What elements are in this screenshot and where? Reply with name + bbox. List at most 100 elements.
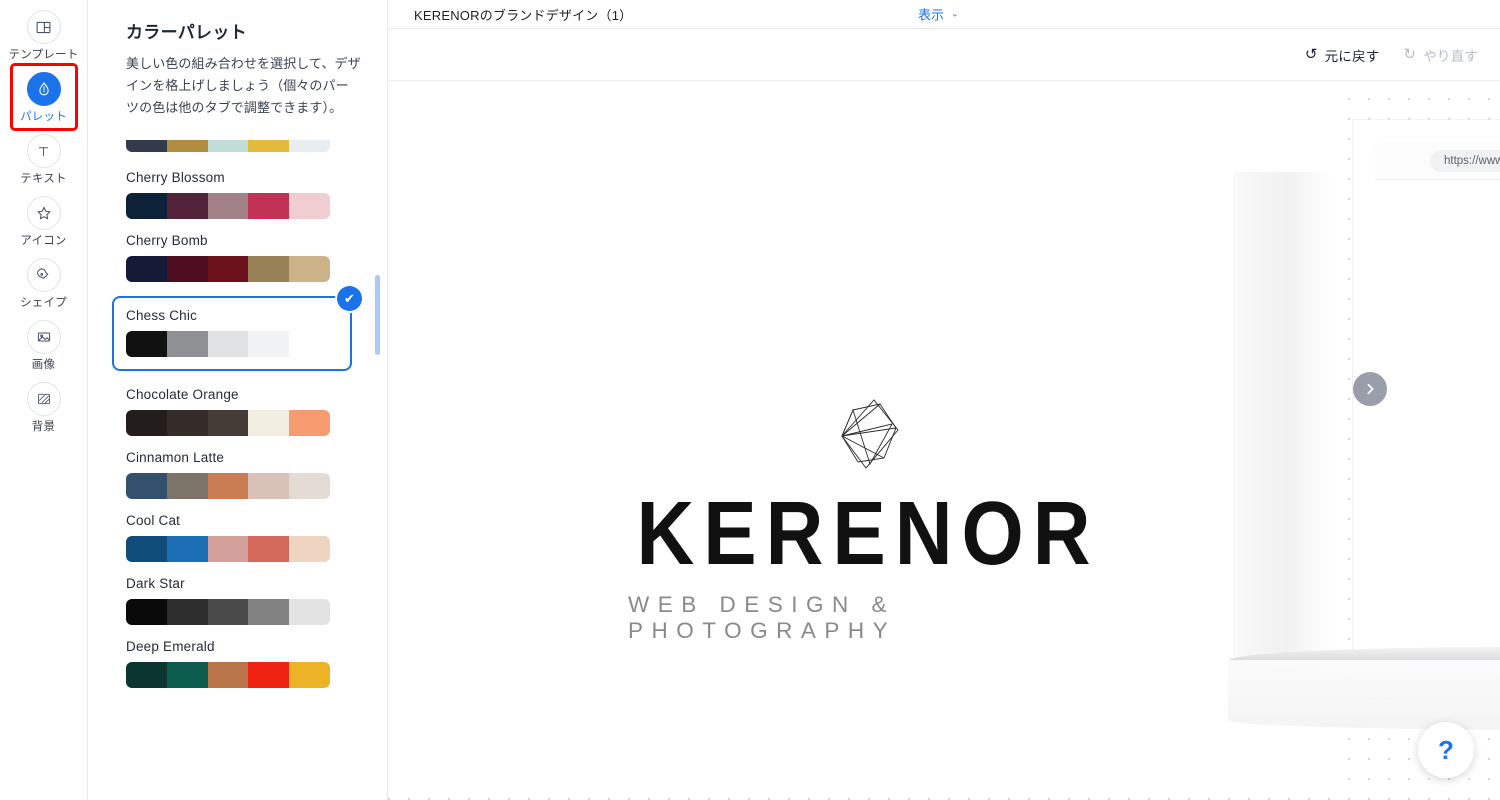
- page-title: カラーパレット: [126, 23, 247, 42]
- sidebar-item-palette[interactable]: パレット: [9, 63, 78, 131]
- palette-name: Chocolate Orange: [126, 387, 239, 402]
- selected-check-icon: ✔: [337, 286, 362, 311]
- swatch-color: [207, 536, 249, 562]
- sidebar-item-icon[interactable]: アイコン: [8, 190, 80, 252]
- undo-button[interactable]: ↺ 元に戻す: [1305, 45, 1380, 65]
- brand-logo-block[interactable]: KERENOR WEB DESIGN & PHOTOGRAPHY: [628, 398, 1108, 644]
- sidebar-item-label: パレット: [20, 111, 67, 123]
- edit-toolbar: ↺ 元に戻す ↻ やり直す: [388, 29, 1500, 81]
- swatch-color: [289, 599, 330, 625]
- color-palette-panel: カラーパレット 美しい色の組み合わせを選択して、デザインを格上げしましょう（個々…: [88, 0, 388, 800]
- swatch-color: [289, 140, 330, 152]
- swatch-color: [166, 410, 208, 436]
- redo-icon: ↻: [1403, 46, 1417, 63]
- palette-item[interactable]: Dark Star: [126, 576, 363, 625]
- sidebar-item-label: 背景: [31, 421, 56, 433]
- palette-item[interactable]: Cherry Bomb: [126, 233, 363, 282]
- swatch-color: [207, 410, 249, 436]
- swatch-color: [248, 662, 290, 688]
- shape-icon: [26, 258, 61, 292]
- panel-scrollbar[interactable]: [375, 275, 380, 355]
- palette-item-selected[interactable]: Chess Chic ✔: [112, 286, 362, 371]
- swatch-color: [126, 331, 167, 357]
- swatch-color: [166, 331, 208, 357]
- undo-label: 元に戻す: [1324, 48, 1380, 64]
- brand-tagline: WEB DESIGN & PHOTOGRAPHY: [628, 591, 897, 643]
- palette-swatch-strip: [126, 140, 330, 152]
- sidebar-item-label: 画像: [31, 359, 56, 371]
- palette-swatch-strip: [126, 536, 330, 562]
- swatch-color: [248, 193, 290, 219]
- swatch-color: [289, 473, 330, 499]
- swatch-color: [289, 193, 330, 219]
- swatch-color: [166, 599, 208, 625]
- palette-name: Chess Chic: [126, 308, 198, 323]
- swatch-color: [207, 331, 249, 357]
- swatch-color: [207, 140, 249, 152]
- palette-name: Cinnamon Latte: [126, 450, 225, 465]
- polygon-wireframe-icon: [836, 398, 900, 475]
- palette-swatch-strip: [126, 256, 330, 282]
- palette-item[interactable]: Cool Cat: [126, 513, 363, 562]
- url-bar[interactable]: https://www.mystunnin: [1430, 149, 1500, 172]
- help-button[interactable]: ?: [1418, 722, 1474, 778]
- sidebar-item-background[interactable]: 背景: [8, 376, 80, 438]
- text-icon: [26, 134, 61, 168]
- palette-swatch-strip: [126, 410, 330, 436]
- sidebar-item-shape[interactable]: シェイプ: [8, 252, 80, 314]
- swatch-color: [289, 662, 330, 688]
- redo-button[interactable]: ↻ やり直す: [1403, 45, 1478, 65]
- palette-swatch-strip: [126, 599, 330, 625]
- swatch-color: [248, 140, 290, 152]
- swatch-color: [126, 599, 167, 625]
- swatch-color: [248, 536, 290, 562]
- palette-item[interactable]: Deep Emerald: [126, 639, 363, 688]
- palette-swatch-strip: [126, 331, 330, 357]
- palette-item[interactable]: Chocolate Orange: [126, 387, 363, 436]
- swatch-color: [207, 599, 249, 625]
- next-slide-button[interactable]: [1353, 372, 1387, 406]
- image-icon: [26, 320, 61, 354]
- browser-chrome: https://www.mystunnin: [1375, 142, 1500, 180]
- view-menu-label: 表示: [918, 7, 945, 23]
- swatch-color: [126, 536, 167, 562]
- design-canvas[interactable]: KERENOR WEB DESIGN & PHOTOGRAPHY https:/…: [388, 82, 1500, 800]
- view-menu-button[interactable]: 表示 ⌄: [918, 5, 959, 24]
- sidebar-item-label: アイコン: [20, 235, 67, 247]
- palette-name: Cherry Blossom: [126, 170, 225, 185]
- palette-swatch-strip: [126, 662, 330, 688]
- swatch-color: [126, 193, 167, 219]
- star-icon: [26, 196, 61, 230]
- swatch-color: [126, 140, 167, 152]
- swatch-color: [126, 662, 167, 688]
- swatch-color: [207, 662, 249, 688]
- swatch-color: [166, 140, 208, 152]
- palette-list[interactable]: Cherry Blossom Cherry Bomb Chess Chic ✔ Choc…: [88, 140, 387, 800]
- swatch-color: [207, 193, 249, 219]
- sidebar-item-label: テンプレート: [8, 49, 79, 61]
- list-item[interactable]: [126, 140, 363, 152]
- panel-description: 美しい色の組み合わせを選択して、デザインを格上げしましょう（個々のパーツの色は他…: [126, 56, 361, 115]
- brand-name: KERENOR: [636, 483, 1100, 583]
- document-title: KERENORのブランドデザイン（1）: [414, 7, 633, 23]
- sidebar-item-template[interactable]: テンプレート: [8, 4, 80, 66]
- swatch-color: [289, 536, 330, 562]
- sidebar-item-text[interactable]: テキスト: [8, 128, 80, 190]
- palette-item[interactable]: Cherry Blossom: [126, 170, 363, 219]
- sidebar-item-label: シェイプ: [20, 297, 67, 309]
- slide-1[interactable]: KERENOR WEB DESIGN & PHOTOGRAPHY: [388, 82, 1348, 786]
- swatch-color: [126, 256, 167, 282]
- slide-2[interactable]: https://www.mystunnin KERENOR WEB DESIGN: [1353, 120, 1500, 698]
- swatch-color: [289, 410, 330, 436]
- swatch-color: [248, 599, 290, 625]
- droplet-icon: [26, 72, 61, 106]
- top-bar: KERENORのブランドデザイン（1） 表示 ⌄: [388, 0, 1500, 29]
- swatch-color: [289, 331, 330, 357]
- palette-name: Deep Emerald: [126, 639, 215, 654]
- palette-item[interactable]: Cinnamon Latte: [126, 450, 363, 499]
- background-icon: [26, 382, 61, 416]
- palette-swatch-strip: [126, 193, 330, 219]
- redo-label: やり直す: [1423, 48, 1478, 64]
- sidebar-item-image[interactable]: 画像: [8, 314, 80, 376]
- swatch-color: [248, 256, 290, 282]
